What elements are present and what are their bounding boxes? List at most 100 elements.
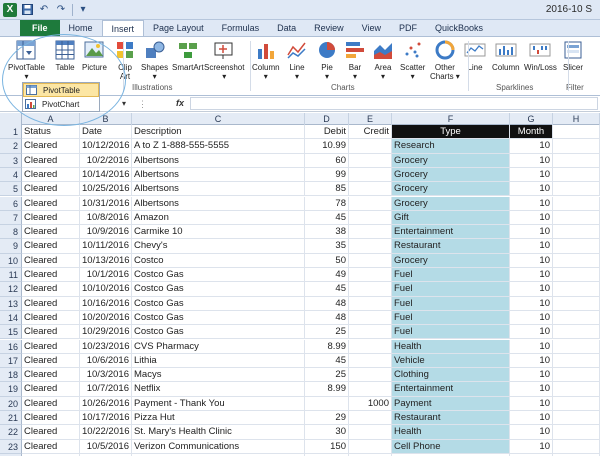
column-chart-button[interactable]: Column ▾	[252, 39, 280, 81]
cell-f17[interactable]: Vehicle	[392, 353, 510, 369]
redo-icon[interactable]: ↷	[54, 3, 68, 17]
cell-g19[interactable]: 10	[510, 382, 553, 397]
cell-d18[interactable]: 25	[305, 368, 349, 383]
sparkline-column-button[interactable]: Column	[492, 39, 520, 72]
cell-g9[interactable]: 10	[510, 239, 553, 254]
cell-g7[interactable]: 10	[510, 210, 553, 226]
cell-g8[interactable]: 10	[510, 225, 553, 240]
row-header[interactable]: 19	[0, 382, 22, 397]
cell-d5[interactable]: 85	[305, 182, 349, 197]
tab-quickbooks[interactable]: QuickBooks	[426, 20, 492, 36]
cell-c18[interactable]: Macys	[132, 368, 305, 383]
cell-g3[interactable]: 10	[510, 153, 553, 168]
select-all-corner[interactable]	[0, 113, 22, 125]
tab-formulas[interactable]: Formulas	[213, 20, 269, 36]
row-header[interactable]: 18	[0, 368, 22, 383]
cell-a17[interactable]: Cleared	[22, 353, 80, 369]
cell-d3[interactable]: 60	[305, 153, 349, 168]
column-header-b[interactable]: B	[80, 113, 132, 125]
cell-b17[interactable]: 10/6/2016	[80, 353, 132, 369]
cell-c3[interactable]: Albertsons	[132, 153, 305, 168]
cell-b6[interactable]: 10/31/2016	[80, 196, 132, 211]
cell-e10[interactable]	[349, 253, 392, 268]
cell-h23[interactable]	[553, 439, 600, 454]
cell-d1[interactable]: Debit	[305, 125, 349, 140]
cell-h2[interactable]	[553, 139, 600, 154]
cell-b14[interactable]: 10/20/2016	[80, 310, 132, 326]
cell-b19[interactable]: 10/7/2016	[80, 382, 132, 397]
screenshot-button[interactable]: Screenshot ▾	[204, 39, 244, 81]
row-header[interactable]: 11	[0, 268, 22, 283]
customize-quick-access-icon[interactable]: ▾	[76, 3, 90, 17]
cell-c11[interactable]: Costco Gas	[132, 268, 305, 283]
cell-e5[interactable]	[349, 182, 392, 197]
row-header[interactable]: 13	[0, 296, 22, 311]
cell-f3[interactable]: Grocery	[392, 153, 510, 168]
cell-e6[interactable]	[349, 196, 392, 211]
cell-c6[interactable]: Albertsons	[132, 196, 305, 211]
area-chart-button[interactable]: Area ▾	[372, 39, 394, 81]
line-chart-button[interactable]: Line ▾	[286, 39, 308, 81]
cell-b7[interactable]: 10/8/2016	[80, 210, 132, 226]
cell-b13[interactable]: 10/16/2016	[80, 296, 132, 311]
cell-b18[interactable]: 10/3/2016	[80, 368, 132, 383]
cell-b11[interactable]: 10/1/2016	[80, 268, 132, 283]
cell-a19[interactable]: Cleared	[22, 382, 80, 397]
cell-d21[interactable]: 29	[305, 411, 349, 426]
row-header[interactable]: 6	[0, 196, 22, 211]
cell-d6[interactable]: 78	[305, 196, 349, 211]
cell-f18[interactable]: Clothing	[392, 368, 510, 383]
cell-h9[interactable]	[553, 239, 600, 254]
cell-h3[interactable]	[553, 153, 600, 168]
cell-c21[interactable]: Pizza Hut	[132, 411, 305, 426]
cell-c17[interactable]: Lithia	[132, 353, 305, 369]
column-header-c[interactable]: C	[132, 113, 305, 125]
cell-c5[interactable]: Albertsons	[132, 182, 305, 197]
cell-d8[interactable]: 38	[305, 225, 349, 240]
cell-c13[interactable]: Costco Gas	[132, 296, 305, 311]
cell-g23[interactable]: 10	[510, 439, 553, 454]
cell-h12[interactable]	[553, 282, 600, 297]
row-header[interactable]: 8	[0, 225, 22, 240]
save-icon[interactable]	[20, 3, 34, 17]
cell-c15[interactable]: Costco Gas	[132, 325, 305, 340]
picture-button[interactable]: Picture	[82, 39, 107, 72]
cell-a20[interactable]: Cleared	[22, 396, 80, 411]
cell-a10[interactable]: Cleared	[22, 253, 80, 268]
cell-b2[interactable]: 10/12/2016	[80, 139, 132, 154]
cell-d17[interactable]: 45	[305, 353, 349, 369]
cell-h7[interactable]	[553, 210, 600, 226]
cell-h20[interactable]	[553, 396, 600, 411]
cell-g11[interactable]: 10	[510, 268, 553, 283]
cell-h10[interactable]	[553, 253, 600, 268]
cell-c4[interactable]: Albertsons	[132, 167, 305, 183]
cell-a1[interactable]: Status	[22, 125, 80, 140]
tab-review[interactable]: Review	[305, 20, 353, 36]
row-header[interactable]: 12	[0, 282, 22, 297]
cell-f16[interactable]: Health	[392, 339, 510, 354]
cell-g10[interactable]: 10	[510, 253, 553, 268]
cell-e18[interactable]	[349, 368, 392, 383]
cell-f2[interactable]: Research	[392, 139, 510, 154]
cell-f20[interactable]: Payment	[392, 396, 510, 411]
cell-d19[interactable]: 8.99	[305, 382, 349, 397]
cell-d10[interactable]: 50	[305, 253, 349, 268]
cell-a4[interactable]: Cleared	[22, 167, 80, 183]
cell-d4[interactable]: 99	[305, 167, 349, 183]
table-button[interactable]: Table	[54, 39, 76, 72]
cell-g20[interactable]: 10	[510, 396, 553, 411]
cell-e21[interactable]	[349, 411, 392, 426]
cell-d13[interactable]: 48	[305, 296, 349, 311]
scatter-chart-button[interactable]: Scatter ▾	[400, 39, 425, 81]
cell-f22[interactable]: Health	[392, 425, 510, 440]
cell-d20[interactable]	[305, 396, 349, 411]
cell-d2[interactable]: 10.99	[305, 139, 349, 154]
cell-h6[interactable]	[553, 196, 600, 211]
cell-a7[interactable]: Cleared	[22, 210, 80, 226]
row-header[interactable]: 14	[0, 310, 22, 326]
cell-a5[interactable]: Cleared	[22, 182, 80, 197]
cell-b20[interactable]: 10/26/2016	[80, 396, 132, 411]
cell-f23[interactable]: Cell Phone	[392, 439, 510, 454]
cell-g12[interactable]: 10	[510, 282, 553, 297]
cell-d11[interactable]: 49	[305, 268, 349, 283]
